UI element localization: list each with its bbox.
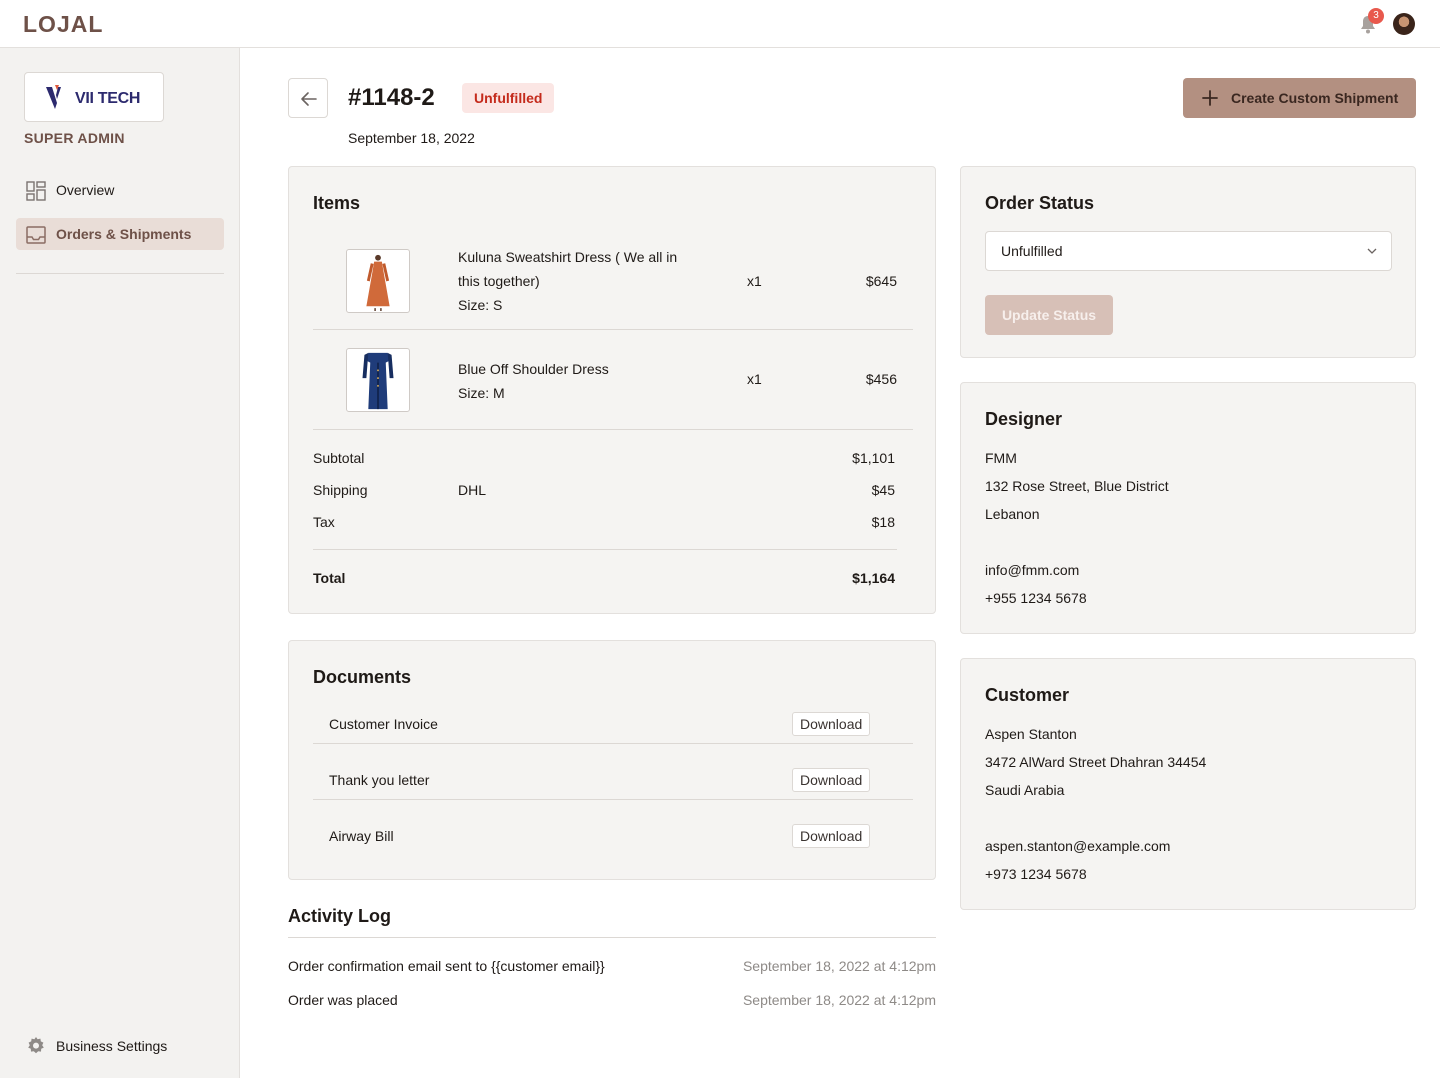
shipping-value: $45 — [871, 482, 895, 498]
list-item: Thank you letter Download — [313, 760, 913, 816]
customer-address: 3472 AlWard Street Dhahran 34454 — [985, 754, 1207, 770]
order-id: #1148-2 — [348, 84, 435, 111]
customer-name: Aspen Stanton — [985, 726, 1077, 742]
list-item: Blue Off Shoulder Dress Size: M x1 $456 — [313, 330, 913, 430]
download-button[interactable]: Download — [792, 824, 871, 848]
list-item: Kuluna Sweatshirt Dress ( We all in this… — [313, 231, 913, 329]
brand-switcher[interactable]: VII TECH — [24, 72, 164, 122]
documents-title: Documents — [313, 667, 412, 687]
status-badge: Unfulfilled — [462, 83, 555, 113]
customer-title: Customer — [985, 685, 1070, 705]
shipping-carrier: DHL — [458, 482, 487, 498]
plus-icon — [1202, 90, 1218, 106]
items-title: Items — [313, 193, 361, 213]
designer-email[interactable]: info@fmm.com — [985, 562, 1079, 578]
top-bar: LOJAL 3 — [0, 0, 1440, 48]
documents-card: Documents Customer Invoice Download Than… — [288, 640, 936, 880]
product-image[interactable] — [346, 249, 410, 313]
order-status-title: Order Status — [985, 193, 1095, 213]
activity-divider — [288, 937, 936, 938]
brand-name: VII TECH — [75, 90, 141, 107]
sidebar-item-label: Overview — [56, 182, 115, 198]
dress-image-icon — [366, 254, 390, 312]
avatar[interactable] — [1393, 13, 1415, 35]
row-divider — [313, 743, 913, 744]
shipping-label: Shipping — [313, 482, 368, 498]
sidebar-item-overview[interactable]: Overview — [16, 174, 224, 206]
total-label: Total — [313, 570, 346, 586]
customer-card: Customer Aspen Stanton 3472 AlWard Stree… — [960, 658, 1416, 910]
item-size: Size: S — [458, 297, 503, 313]
item-quantity: x1 — [747, 371, 762, 387]
activity-log-title: Activity Log — [288, 906, 392, 926]
document-name: Thank you letter — [329, 772, 430, 788]
brand-logo-icon — [46, 85, 61, 109]
activity-time: September 18, 2022 at 4:12pm — [742, 992, 936, 1008]
document-name: Airway Bill — [329, 828, 394, 844]
sidebar-divider — [16, 273, 224, 274]
designer-country: Lebanon — [985, 506, 1040, 522]
document-name: Customer Invoice — [329, 716, 438, 732]
sidebar: VII TECH SUPER ADMIN Overview Orders & S… — [0, 48, 240, 1078]
inbox-icon — [26, 226, 46, 244]
item-name: Kuluna Sweatshirt Dress ( We all in this… — [458, 249, 678, 289]
subtotal-value: $1,101 — [852, 450, 895, 466]
arrow-left-icon — [301, 92, 317, 106]
download-button[interactable]: Download — [792, 712, 871, 736]
items-card: Items Kuluna Sweatshirt Dress ( We all i… — [288, 166, 936, 614]
grid-icon — [26, 181, 46, 201]
tax-value: $18 — [871, 514, 895, 530]
row-divider — [313, 799, 913, 800]
order-date: September 18, 2022 — [348, 130, 475, 146]
list-item: Airway Bill Download — [313, 816, 913, 872]
status-select[interactable]: Unfulfilled — [985, 231, 1392, 271]
item-size: Size: M — [458, 385, 505, 401]
item-price: $456 — [865, 371, 897, 387]
designer-title: Designer — [985, 409, 1063, 429]
item-name: Blue Off Shoulder Dress — [458, 361, 609, 377]
dress-image-icon — [362, 352, 394, 410]
settings-label: Business Settings — [56, 1038, 168, 1054]
activity-text: Order confirmation email sent to {{custo… — [288, 958, 605, 974]
designer-phone: +955 1234 5678 — [985, 590, 1087, 606]
item-quantity: x1 — [747, 273, 762, 289]
user-role: SUPER ADMIN — [24, 130, 125, 146]
total-value: $1,164 — [852, 570, 895, 586]
customer-phone: +973 1234 5678 — [985, 866, 1087, 882]
item-price: $645 — [865, 273, 897, 289]
back-button[interactable] — [288, 78, 328, 118]
activity-time: September 18, 2022 at 4:12pm — [742, 958, 936, 974]
download-button[interactable]: Download — [792, 768, 871, 792]
designer-name: FMM — [985, 450, 1017, 466]
subtotal-label: Subtotal — [313, 450, 365, 466]
activity-text: Order was placed — [288, 992, 398, 1008]
customer-email[interactable]: aspen.stanton@example.com — [985, 838, 1170, 854]
row-divider — [313, 429, 913, 430]
update-status-button[interactable]: Update Status — [985, 295, 1113, 335]
order-status-card: Order Status Unfulfilled Update Status — [960, 166, 1416, 358]
create-custom-shipment-button[interactable]: Create Custom Shipment — [1183, 78, 1416, 118]
designer-address: 132 Rose Street, Blue District — [985, 478, 1169, 494]
chevron-down-icon — [1367, 248, 1377, 254]
app-logo[interactable]: LOJAL — [23, 11, 103, 38]
designer-card: Designer FMM 132 Rose Street, Blue Distr… — [960, 382, 1416, 634]
status-select-value: Unfulfilled — [1001, 243, 1063, 259]
total-divider — [313, 549, 897, 550]
sidebar-item-business-settings[interactable]: Business Settings — [16, 1030, 224, 1062]
list-item: Customer Invoice Download — [313, 704, 913, 760]
customer-country: Saudi Arabia — [985, 782, 1065, 798]
sidebar-item-orders[interactable]: Orders & Shipments — [16, 218, 224, 250]
notification-badge: 3 — [1368, 8, 1384, 24]
product-image[interactable] — [346, 348, 410, 412]
tax-label: Tax — [313, 514, 335, 530]
create-button-label: Create Custom Shipment — [1231, 90, 1399, 106]
gear-icon — [28, 1037, 44, 1054]
sidebar-item-label: Orders & Shipments — [56, 226, 192, 242]
